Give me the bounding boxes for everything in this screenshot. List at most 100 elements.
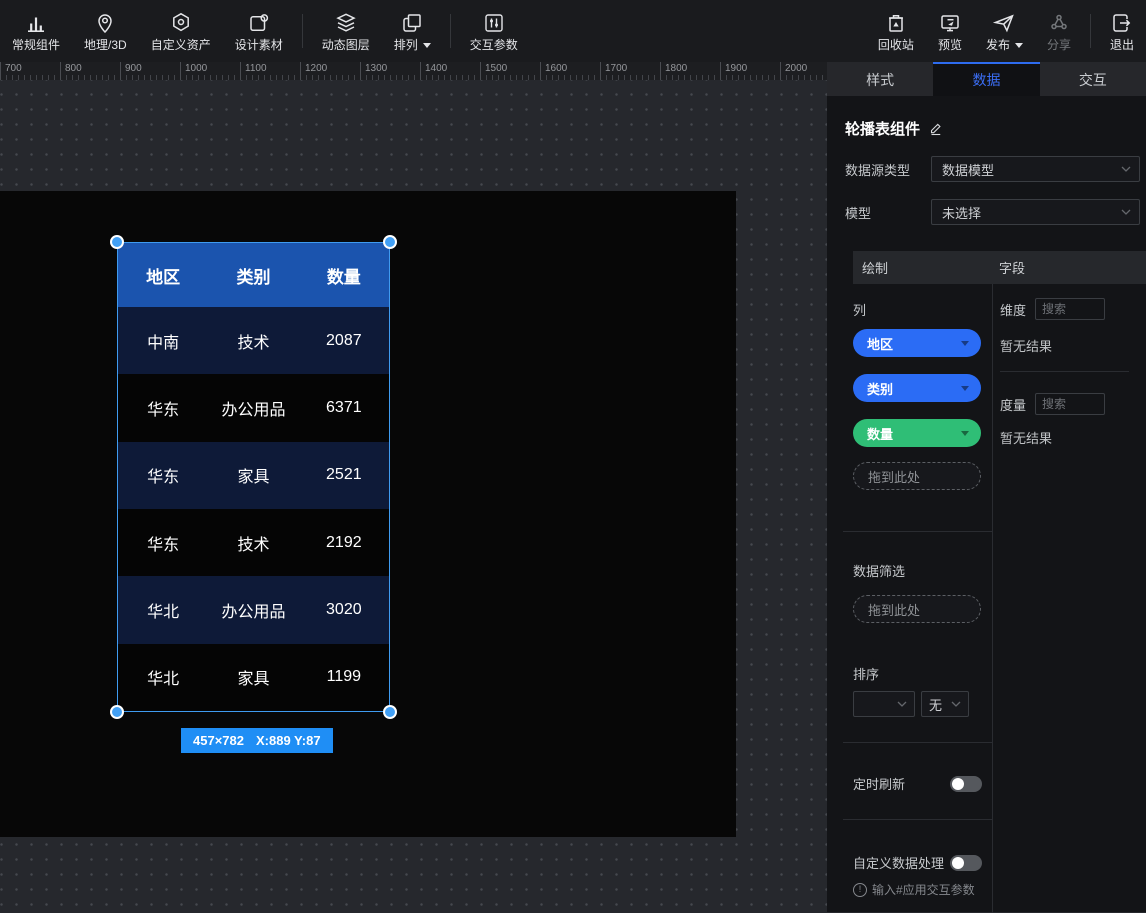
toolbar-left-group: 常规组件地理/3D 自定义资产 设计素材 动态图层排列 交互参数: [0, 0, 530, 62]
settings-panel: 样式数据交互 轮播表组件 数据源类型 数据模型 模型 未选择: [827, 62, 1146, 912]
datasource-type-select[interactable]: 数据模型: [931, 156, 1140, 182]
ruler-label: 1100: [245, 64, 267, 74]
table-cell: 2087: [299, 307, 389, 374]
toolbar-interaction-params-button[interactable]: 交互参数: [458, 0, 530, 62]
model-select[interactable]: 未选择: [931, 199, 1140, 225]
toolbar-item-label: 设计素材: [235, 39, 283, 51]
table-cell: 办公用品: [208, 576, 298, 643]
toolbar-geo-3d-button[interactable]: 地理/3D: [72, 0, 139, 62]
toolbar-divider: [450, 14, 451, 48]
design-canvas[interactable]: 地区类别数量中南技术2087华东办公用品6371华东家具2521华东技术2192…: [0, 191, 736, 837]
timed-refresh-toggle[interactable]: [950, 776, 982, 792]
caret-down-icon: [961, 386, 969, 391]
resize-handle-top-right[interactable]: [383, 235, 397, 249]
ruler-major-tick: [240, 62, 241, 80]
ruler-label: 2000: [785, 64, 807, 74]
toolbar-right-group: 回收站预览发布分享 退出: [866, 0, 1146, 62]
toolbar-custom-assets-button[interactable]: 自定义资产: [139, 0, 223, 62]
dimension-search-input[interactable]: [1035, 298, 1105, 320]
panel-tab-style[interactable]: 样式: [827, 62, 933, 96]
toolbar-item-label: 预览: [938, 39, 962, 51]
panel-tab-data[interactable]: 数据: [933, 62, 1039, 96]
table-cell: 2192: [299, 509, 389, 576]
column-pill-1[interactable]: 地区: [853, 329, 981, 357]
workspace[interactable]: 地区类别数量中南技术2087华东办公用品6371华东家具2521华东技术2192…: [0, 80, 827, 912]
selection-position: X:889 Y:87: [256, 733, 321, 748]
selection-size-badge: 457×782 X:889 Y:87: [181, 728, 333, 753]
data-filter-label: 数据筛选: [853, 561, 992, 580]
toolbar-item-label: 分享: [1047, 39, 1071, 51]
column-pill-label: 类别: [867, 379, 893, 398]
ruler-major-tick: [420, 62, 421, 80]
panel-tab-interaction[interactable]: 交互: [1040, 62, 1146, 96]
toolbar-item-label: 退出: [1110, 39, 1134, 51]
sort-field-select[interactable]: [853, 691, 915, 717]
table-cell: 家具: [208, 644, 298, 711]
bar-chart-icon: [24, 11, 48, 35]
ruler-label: 1500: [485, 64, 507, 74]
ruler-major-tick: [660, 62, 661, 80]
logout-icon: [1110, 11, 1134, 35]
toolbar-preview-button[interactable]: 预览: [926, 0, 974, 62]
column-pill-list: 地区类别数量: [853, 329, 992, 447]
column-pill-label: 地区: [867, 334, 893, 353]
table-cell: 2521: [299, 442, 389, 509]
ruler-label: 700: [5, 64, 22, 74]
table-row: 华东家具2521: [118, 442, 389, 509]
table-header-cell: 地区: [118, 243, 208, 307]
chevron-down-icon: [1121, 209, 1131, 215]
hexagon-icon: [169, 11, 193, 35]
caret-down-icon: [961, 341, 969, 346]
ruler-major-tick: [600, 62, 601, 80]
table-cell: 中南: [118, 307, 208, 374]
ruler-major-tick: [0, 62, 1, 80]
table-cell: 华北: [118, 576, 208, 643]
ruler-label: 1900: [725, 64, 747, 74]
column-pill-2[interactable]: 类别: [853, 374, 981, 402]
arrange-icon: [400, 11, 424, 35]
ruler-label: 1600: [545, 64, 567, 74]
table-header-cell: 数量: [299, 243, 389, 307]
ruler-label: 1300: [365, 64, 387, 74]
column-drop-zone[interactable]: 拖到此处: [853, 462, 981, 490]
toolbar-publish-button[interactable]: 发布: [974, 0, 1035, 62]
model-label: 模型: [845, 203, 931, 222]
measure-search-input[interactable]: [1035, 393, 1105, 415]
column-pill-3[interactable]: 数量: [853, 419, 981, 447]
toolbar-basic-components-button[interactable]: 常规组件: [0, 0, 72, 62]
edit-pencil-icon[interactable]: [929, 121, 944, 136]
table-cell: 技术: [208, 509, 298, 576]
tab-draw[interactable]: 绘制: [853, 258, 999, 277]
ruler-label: 1800: [665, 64, 687, 74]
carousel-table-widget[interactable]: 地区类别数量中南技术2087华东办公用品6371华东家具2521华东技术2192…: [117, 242, 390, 712]
table-row: 华东办公用品6371: [118, 374, 389, 441]
table-cell: 华东: [118, 442, 208, 509]
monitor-icon: [938, 11, 962, 35]
toolbar-item-label: 排列: [394, 39, 418, 51]
filter-drop-zone[interactable]: 拖到此处: [853, 595, 981, 623]
ruler-major-tick: [540, 62, 541, 80]
resize-handle-bottom-left[interactable]: [110, 705, 124, 719]
toolbar-design-assets-button[interactable]: 设计素材: [223, 0, 295, 62]
toolbar-item-label: 自定义资产: [151, 39, 211, 51]
toolbar-recycle-bin-button[interactable]: 回收站: [866, 0, 926, 62]
tab-fields[interactable]: 字段: [999, 258, 1025, 277]
resize-handle-top-left[interactable]: [110, 235, 124, 249]
hint-text: 输入#应用交互参数: [872, 881, 975, 898]
sort-order-select[interactable]: 无: [921, 691, 969, 717]
ruler-major-tick: [300, 62, 301, 80]
custom-processing-toggle[interactable]: [950, 855, 982, 871]
section-tab-strip: 绘制 字段: [853, 251, 1146, 284]
resize-handle-bottom-right[interactable]: [383, 705, 397, 719]
columns-label: 列: [853, 300, 992, 319]
toolbar-arrange-button[interactable]: 排列: [382, 0, 443, 62]
caret-down-icon: [423, 43, 431, 48]
toolbar-dynamic-layers-button[interactable]: 动态图层: [310, 0, 382, 62]
datasource-type-label: 数据源类型: [845, 160, 931, 179]
datasource-type-value: 数据模型: [942, 160, 994, 179]
caret-down-icon: [961, 431, 969, 436]
toolbar-exit-button[interactable]: 退出: [1098, 0, 1146, 62]
table-row: 华东技术2192: [118, 509, 389, 576]
ruler-major-tick: [360, 62, 361, 80]
toolbar-divider: [302, 14, 303, 48]
